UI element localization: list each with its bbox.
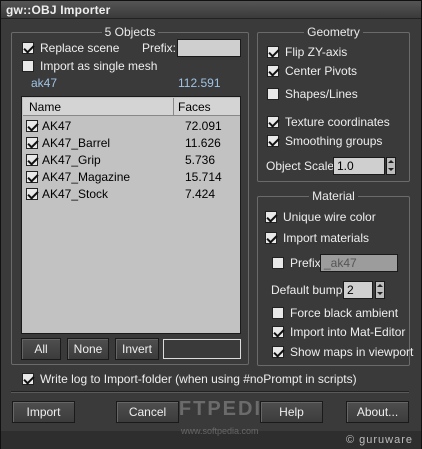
objects-group-title: 5 Objects — [101, 25, 159, 39]
objects-list-header: Name Faces — [23, 98, 240, 116]
center-pivots-label: Center Pivots — [285, 64, 358, 78]
smoothing-groups-row[interactable]: Smoothing groups — [267, 133, 382, 149]
default-bump-input[interactable]: 2 — [343, 281, 373, 299]
summary-faces: 112.591 — [178, 76, 221, 90]
select-none-button[interactable]: None — [67, 338, 109, 360]
about-button[interactable]: About... — [346, 401, 409, 423]
list-item-name: AK47_Grip — [42, 152, 101, 167]
list-item[interactable]: AK47_Magazine 15.714 — [26, 168, 236, 185]
force-black-ambient-checkbox[interactable] — [272, 307, 284, 319]
list-item-checkbox[interactable] — [26, 136, 38, 149]
list-item-name: AK47_Magazine — [42, 169, 131, 184]
list-item-faces: 15.714 — [185, 169, 222, 184]
shapes-lines-row[interactable]: Shapes/Lines — [267, 86, 358, 102]
texture-coords-label: Texture coordinates — [285, 115, 390, 129]
object-scale-input[interactable]: 1.0 — [333, 157, 385, 175]
material-prefix-checkbox[interactable] — [272, 257, 284, 269]
objects-prefix-input[interactable] — [177, 39, 241, 57]
force-black-ambient-row[interactable]: Force black ambient — [272, 305, 398, 321]
list-item[interactable]: AK47_Barrel 11.626 — [26, 134, 236, 151]
cancel-button[interactable]: Cancel — [116, 401, 179, 423]
show-maps-label: Show maps in viewport — [290, 345, 414, 359]
write-log-label: Write log to Import-folder (when using #… — [40, 372, 357, 386]
list-item[interactable]: AK47 72.091 — [26, 117, 236, 134]
flip-zy-label: Flip ZY-axis — [285, 45, 348, 59]
shapes-lines-label: Shapes/Lines — [285, 87, 358, 101]
center-pivots-row[interactable]: Center Pivots — [267, 63, 357, 79]
summary-name: ak47 — [31, 76, 58, 90]
column-separator — [173, 98, 174, 116]
list-item-name: AK47 — [42, 118, 72, 133]
select-all-button[interactable]: All — [21, 338, 61, 360]
geometry-group-title: Geometry — [304, 25, 363, 39]
list-item-faces: 11.626 — [185, 135, 221, 150]
objects-list[interactable]: Name Faces AK47 72.091 AK47_Barrel 11.62… — [21, 96, 241, 334]
show-maps-checkbox[interactable] — [272, 346, 284, 358]
importer-window: gw::OBJ Importer 5 Objects Replace scene… — [0, 0, 422, 449]
divider — [11, 391, 409, 393]
material-prefix-input[interactable]: _ak47 — [320, 254, 398, 272]
column-name-header[interactable]: Name — [29, 100, 61, 114]
spin-up-icon[interactable] — [387, 158, 395, 166]
import-button[interactable]: Import — [12, 401, 75, 423]
spin-down-icon[interactable] — [376, 290, 384, 298]
list-item-checkbox[interactable] — [26, 187, 38, 200]
import-materials-checkbox[interactable] — [265, 232, 277, 244]
replace-scene-checkbox-row[interactable]: Replace scene — [22, 40, 119, 56]
list-item-faces: 7.424 — [185, 186, 216, 201]
import-mat-editor-checkbox[interactable] — [272, 326, 284, 338]
object-scale-label: Object Scale: — [266, 159, 338, 173]
import-single-mesh-checkbox[interactable] — [22, 60, 34, 72]
texture-coords-row[interactable]: Texture coordinates — [267, 114, 390, 130]
material-prefix-label: Prefix: — [290, 256, 325, 270]
import-mat-editor-row[interactable]: Import into Mat-Editor — [272, 324, 405, 340]
list-item[interactable]: AK47_Grip 5.736 — [26, 151, 236, 168]
smoothing-groups-checkbox[interactable] — [267, 135, 279, 147]
title-bar[interactable]: gw::OBJ Importer — [1, 1, 421, 19]
invert-selection-button[interactable]: Invert — [115, 338, 159, 360]
spin-up-icon[interactable] — [376, 282, 384, 290]
column-faces-header[interactable]: Faces — [178, 100, 211, 114]
list-item-checkbox[interactable] — [26, 153, 38, 166]
object-scale-spinner[interactable] — [386, 157, 396, 175]
list-item-faces: 72.091 — [185, 118, 222, 133]
spin-down-icon[interactable] — [387, 166, 395, 174]
replace-scene-checkbox[interactable] — [22, 42, 34, 54]
import-single-mesh-label: Import as single mesh — [40, 59, 158, 73]
list-item[interactable]: AK47_Stock 7.424 — [26, 185, 236, 202]
import-materials-label: Import materials — [283, 231, 370, 245]
import-mat-editor-label: Import into Mat-Editor — [290, 325, 406, 339]
shapes-lines-checkbox[interactable] — [267, 88, 279, 100]
material-group-title: Material — [309, 189, 358, 203]
force-black-ambient-label: Force black ambient — [290, 306, 399, 320]
smoothing-groups-label: Smoothing groups — [285, 134, 383, 148]
objects-prefix-label: Prefix: — [142, 41, 177, 55]
unique-wire-label: Unique wire color — [283, 210, 376, 224]
center-pivots-checkbox[interactable] — [267, 65, 279, 77]
material-prefix-row[interactable]: Prefix: — [272, 255, 324, 271]
import-materials-row[interactable]: Import materials — [265, 230, 369, 246]
write-log-checkbox[interactable] — [22, 373, 34, 385]
list-item-checkbox[interactable] — [26, 170, 38, 183]
unique-wire-checkbox[interactable] — [265, 211, 277, 223]
flip-zy-row[interactable]: Flip ZY-axis — [267, 44, 347, 60]
texture-coords-checkbox[interactable] — [267, 116, 279, 128]
flip-zy-checkbox[interactable] — [267, 46, 279, 58]
watermark-url: www.softpedia.com — [181, 426, 259, 436]
list-item-name: AK47_Stock — [42, 186, 109, 201]
write-log-row[interactable]: Write log to Import-folder (when using #… — [22, 371, 357, 387]
replace-scene-label: Replace scene — [40, 41, 120, 55]
show-maps-row[interactable]: Show maps in viewport — [272, 344, 413, 360]
filter-input[interactable] — [163, 339, 241, 359]
list-item-name: AK47_Barrel — [42, 135, 111, 150]
default-bump-label: Default bump: — [271, 283, 346, 297]
default-bump-spinner[interactable] — [375, 281, 385, 299]
list-item-faces: 5.736 — [185, 152, 216, 167]
list-item-checkbox[interactable] — [26, 119, 38, 132]
window-title: gw::OBJ Importer — [6, 3, 111, 17]
unique-wire-row[interactable]: Unique wire color — [265, 209, 376, 225]
brand-label: © guruware — [345, 434, 413, 446]
help-button[interactable]: Help — [260, 401, 323, 423]
import-single-mesh-row[interactable]: Import as single mesh — [22, 58, 157, 74]
